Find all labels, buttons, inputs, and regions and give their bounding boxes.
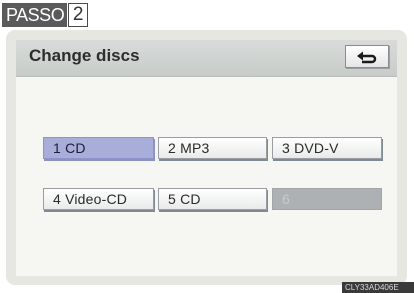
header-bar: Change discs xyxy=(16,40,397,77)
disc-button-1[interactable]: 1 CD xyxy=(43,137,154,159)
display-screen: Change discs 1 CD 2 MP3 3 DVD-V 4 Video-… xyxy=(6,30,407,285)
disc-button-4[interactable]: 4 Video-CD xyxy=(43,188,154,210)
disc-button-2[interactable]: 2 MP3 xyxy=(158,137,267,159)
screen-content: Change discs 1 CD 2 MP3 3 DVD-V 4 Video-… xyxy=(16,40,397,276)
disc-button-3[interactable]: 3 DVD-V xyxy=(272,137,382,159)
disc-button-5[interactable]: 5 CD xyxy=(158,188,267,210)
page-title: Change discs xyxy=(29,46,140,65)
step-word: PASSO xyxy=(2,3,68,27)
return-arrow-icon xyxy=(357,51,377,63)
back-button[interactable] xyxy=(345,45,389,68)
step-number: 2 xyxy=(68,3,89,27)
figure-code: CLY33AD406E xyxy=(342,282,414,293)
disc-button-6: 6 xyxy=(272,188,382,210)
step-indicator: PASSO 2 xyxy=(2,2,89,28)
